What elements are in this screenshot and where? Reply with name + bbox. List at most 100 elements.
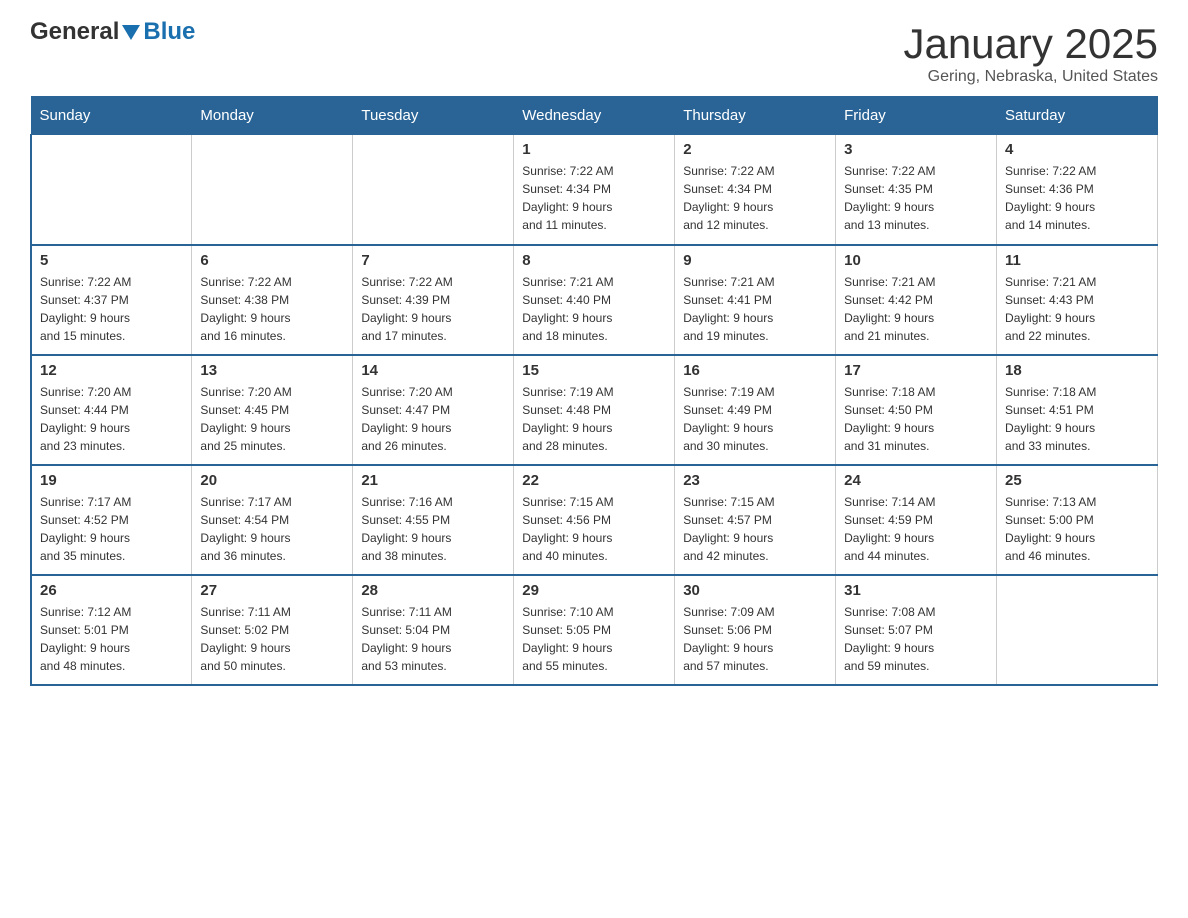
calendar-cell: 28 Sunrise: 7:11 AMSunset: 5:04 PMDayligh… xyxy=(353,575,514,685)
day-number: 27 xyxy=(200,582,344,599)
month-title: January 2025 xyxy=(903,20,1158,68)
calendar-cell: 25Sunrise: 7:13 AMSunset: 5:00 PMDayligh… xyxy=(997,465,1158,575)
calendar-cell: 31 Sunrise: 7:08 AMSunset: 5:07 PMDayligh… xyxy=(836,575,997,685)
day-number: 9 xyxy=(683,252,827,269)
calendar-cell: 9 Sunrise: 7:21 AMSunset: 4:41 PMDaylight… xyxy=(675,245,836,355)
day-info: Sunrise: 7:12 AMSunset: 5:01 PMDaylight:… xyxy=(40,605,131,673)
day-info: Sunrise: 7:11 AMSunset: 5:04 PMDaylight:… xyxy=(361,605,452,673)
logo-arrow-icon xyxy=(122,25,140,40)
calendar-cell: 30Sunrise: 7:09 AMSunset: 5:06 PMDayligh… xyxy=(675,575,836,685)
day-info: Sunrise: 7:18 AMSunset: 4:51 PMDaylight:… xyxy=(1005,385,1096,453)
day-info: Sunrise: 7:14 AMSunset: 4:59 PMDaylight:… xyxy=(844,495,935,563)
day-info: Sunrise: 7:17 AMSunset: 4:54 PMDaylight:… xyxy=(200,495,291,563)
calendar-cell xyxy=(353,135,514,245)
calendar-cell xyxy=(31,135,192,245)
day-number: 7 xyxy=(361,252,505,269)
week-row-1: 1 Sunrise: 7:22 AMSunset: 4:34 PMDaylight… xyxy=(31,135,1158,245)
week-row-4: 19 Sunrise: 7:17 AMSunset: 4:52 PMDayligh… xyxy=(31,465,1158,575)
calendar-cell: 11 Sunrise: 7:21 AMSunset: 4:43 PMDayligh… xyxy=(997,245,1158,355)
day-number: 16 xyxy=(683,362,827,379)
day-info: Sunrise: 7:21 AMSunset: 4:41 PMDaylight:… xyxy=(683,275,774,343)
day-number: 2 xyxy=(683,141,827,158)
day-number: 12 xyxy=(40,362,183,379)
day-info: Sunrise: 7:22 AMSunset: 4:39 PMDaylight:… xyxy=(361,275,452,343)
day-info: Sunrise: 7:22 AMSunset: 4:34 PMDaylight:… xyxy=(683,164,774,232)
calendar-cell: 10 Sunrise: 7:21 AMSunset: 4:42 PMDayligh… xyxy=(836,245,997,355)
location-subtitle: Gering, Nebraska, United States xyxy=(903,68,1158,86)
day-info: Sunrise: 7:15 AMSunset: 4:56 PMDaylight:… xyxy=(522,495,613,563)
header-wednesday: Wednesday xyxy=(514,97,675,135)
day-info: Sunrise: 7:08 AMSunset: 5:07 PMDaylight:… xyxy=(844,605,935,673)
calendar-header-row: SundayMondayTuesdayWednesdayThursdayFrid… xyxy=(31,97,1158,135)
calendar-cell: 23Sunrise: 7:15 AMSunset: 4:57 PMDayligh… xyxy=(675,465,836,575)
day-info: Sunrise: 7:16 AMSunset: 4:55 PMDaylight:… xyxy=(361,495,452,563)
day-info: Sunrise: 7:22 AMSunset: 4:37 PMDaylight:… xyxy=(40,275,131,343)
calendar-cell: 8 Sunrise: 7:21 AMSunset: 4:40 PMDaylight… xyxy=(514,245,675,355)
day-number: 26 xyxy=(40,582,183,599)
calendar-cell: 13 Sunrise: 7:20 AMSunset: 4:45 PMDayligh… xyxy=(192,355,353,465)
day-info: Sunrise: 7:11 AMSunset: 5:02 PMDaylight:… xyxy=(200,605,291,673)
header-friday: Friday xyxy=(836,97,997,135)
day-info: Sunrise: 7:21 AMSunset: 4:40 PMDaylight:… xyxy=(522,275,613,343)
calendar-cell: 29 Sunrise: 7:10 AMSunset: 5:05 PMDayligh… xyxy=(514,575,675,685)
day-number: 20 xyxy=(200,472,344,489)
day-number: 3 xyxy=(844,141,988,158)
day-number: 24 xyxy=(844,472,988,489)
calendar-cell: 19 Sunrise: 7:17 AMSunset: 4:52 PMDayligh… xyxy=(31,465,192,575)
day-info: Sunrise: 7:17 AMSunset: 4:52 PMDaylight:… xyxy=(40,495,131,563)
week-row-3: 12Sunrise: 7:20 AMSunset: 4:44 PMDayligh… xyxy=(31,355,1158,465)
day-number: 25 xyxy=(1005,472,1149,489)
day-info: Sunrise: 7:21 AMSunset: 4:43 PMDaylight:… xyxy=(1005,275,1096,343)
day-number: 30 xyxy=(683,582,827,599)
day-info: Sunrise: 7:22 AMSunset: 4:34 PMDaylight:… xyxy=(522,164,613,232)
calendar-table: SundayMondayTuesdayWednesdayThursdayFrid… xyxy=(30,96,1158,686)
calendar-cell: 26 Sunrise: 7:12 AMSunset: 5:01 PMDayligh… xyxy=(31,575,192,685)
calendar-cell: 2 Sunrise: 7:22 AMSunset: 4:34 PMDaylight… xyxy=(675,135,836,245)
calendar-cell: 20 Sunrise: 7:17 AMSunset: 4:54 PMDayligh… xyxy=(192,465,353,575)
day-number: 6 xyxy=(200,252,344,269)
day-info: Sunrise: 7:22 AMSunset: 4:35 PMDaylight:… xyxy=(844,164,935,232)
day-info: Sunrise: 7:22 AMSunset: 4:36 PMDaylight:… xyxy=(1005,164,1096,232)
day-number: 19 xyxy=(40,472,183,489)
title-block: January 2025 Gering, Nebraska, United St… xyxy=(903,20,1158,86)
logo-general-part: General xyxy=(30,18,119,46)
calendar-cell: 16 Sunrise: 7:19 AMSunset: 4:49 PMDayligh… xyxy=(675,355,836,465)
calendar-cell: 24 Sunrise: 7:14 AMSunset: 4:59 PMDayligh… xyxy=(836,465,997,575)
day-number: 13 xyxy=(200,362,344,379)
calendar-cell xyxy=(997,575,1158,685)
day-number: 10 xyxy=(844,252,988,269)
calendar-cell: 12Sunrise: 7:20 AMSunset: 4:44 PMDayligh… xyxy=(31,355,192,465)
day-info: Sunrise: 7:15 AMSunset: 4:57 PMDaylight:… xyxy=(683,495,774,563)
calendar-cell: 17Sunrise: 7:18 AMSunset: 4:50 PMDayligh… xyxy=(836,355,997,465)
header-monday: Monday xyxy=(192,97,353,135)
day-number: 15 xyxy=(522,362,666,379)
page-header: General Blue January 2025 Gering, Nebras… xyxy=(30,20,1158,86)
day-number: 8 xyxy=(522,252,666,269)
day-number: 28 xyxy=(361,582,505,599)
day-number: 1 xyxy=(522,141,666,158)
day-number: 21 xyxy=(361,472,505,489)
calendar-cell: 1 Sunrise: 7:22 AMSunset: 4:34 PMDaylight… xyxy=(514,135,675,245)
day-number: 29 xyxy=(522,582,666,599)
calendar-cell: 14Sunrise: 7:20 AMSunset: 4:47 PMDayligh… xyxy=(353,355,514,465)
calendar-cell: 18Sunrise: 7:18 AMSunset: 4:51 PMDayligh… xyxy=(997,355,1158,465)
calendar-cell: 3 Sunrise: 7:22 AMSunset: 4:35 PMDaylight… xyxy=(836,135,997,245)
week-row-5: 26 Sunrise: 7:12 AMSunset: 5:01 PMDayligh… xyxy=(31,575,1158,685)
calendar-cell: 22Sunrise: 7:15 AMSunset: 4:56 PMDayligh… xyxy=(514,465,675,575)
day-info: Sunrise: 7:10 AMSunset: 5:05 PMDaylight:… xyxy=(522,605,613,673)
day-info: Sunrise: 7:19 AMSunset: 4:48 PMDaylight:… xyxy=(522,385,613,453)
calendar-cell: 5Sunrise: 7:22 AMSunset: 4:37 PMDaylight… xyxy=(31,245,192,355)
day-info: Sunrise: 7:19 AMSunset: 4:49 PMDaylight:… xyxy=(683,385,774,453)
day-number: 31 xyxy=(844,582,988,599)
logo-container: General Blue xyxy=(30,18,195,46)
calendar-cell: 4Sunrise: 7:22 AMSunset: 4:36 PMDaylight… xyxy=(997,135,1158,245)
day-number: 11 xyxy=(1005,252,1149,269)
day-info: Sunrise: 7:21 AMSunset: 4:42 PMDaylight:… xyxy=(844,275,935,343)
calendar-cell: 27 Sunrise: 7:11 AMSunset: 5:02 PMDayligh… xyxy=(192,575,353,685)
day-info: Sunrise: 7:18 AMSunset: 4:50 PMDaylight:… xyxy=(844,385,935,453)
calendar-cell: 7 Sunrise: 7:22 AMSunset: 4:39 PMDaylight… xyxy=(353,245,514,355)
calendar-cell: 21 Sunrise: 7:16 AMSunset: 4:55 PMDayligh… xyxy=(353,465,514,575)
day-number: 14 xyxy=(361,362,505,379)
day-info: Sunrise: 7:20 AMSunset: 4:45 PMDaylight:… xyxy=(200,385,291,453)
header-sunday: Sunday xyxy=(31,97,192,135)
